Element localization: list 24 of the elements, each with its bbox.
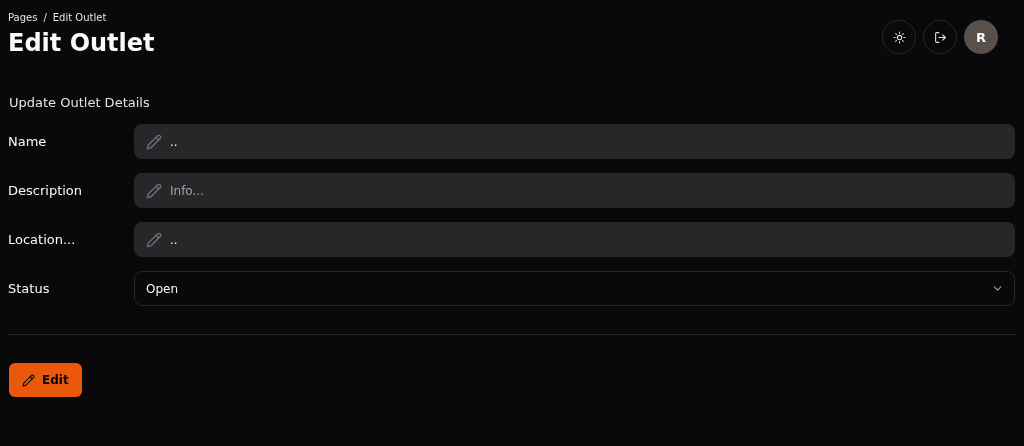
breadcrumb-separator: / xyxy=(43,12,47,23)
field-label: Status xyxy=(8,281,51,296)
field-value: .. xyxy=(170,232,178,247)
field-label: Location... xyxy=(8,232,77,247)
section-heading: Update Outlet Details xyxy=(9,95,151,110)
input-field[interactable]: .. xyxy=(134,222,1015,257)
input-field[interactable]: .. xyxy=(134,124,1015,159)
page-title: Edit Outlet xyxy=(8,29,155,57)
user-avatar[interactable]: R xyxy=(964,20,998,54)
pencil-icon xyxy=(146,182,162,199)
pencil-icon xyxy=(146,231,162,248)
status-select[interactable]: Open xyxy=(134,271,1015,306)
input-field[interactable]: Info... xyxy=(134,173,1015,208)
field-label: Description xyxy=(8,183,84,198)
breadcrumb-item[interactable]: Pages xyxy=(8,12,38,23)
placeholder-text: Info... xyxy=(170,183,204,198)
sun-icon xyxy=(892,30,906,44)
edit-button[interactable]: Edit xyxy=(9,363,82,397)
pencil-icon xyxy=(146,133,162,150)
pencil-icon xyxy=(22,373,35,387)
field-label: Name xyxy=(8,134,48,149)
field-value: .. xyxy=(170,134,178,149)
breadcrumb-item: Edit Outlet xyxy=(52,12,107,23)
logout-icon xyxy=(933,30,947,44)
